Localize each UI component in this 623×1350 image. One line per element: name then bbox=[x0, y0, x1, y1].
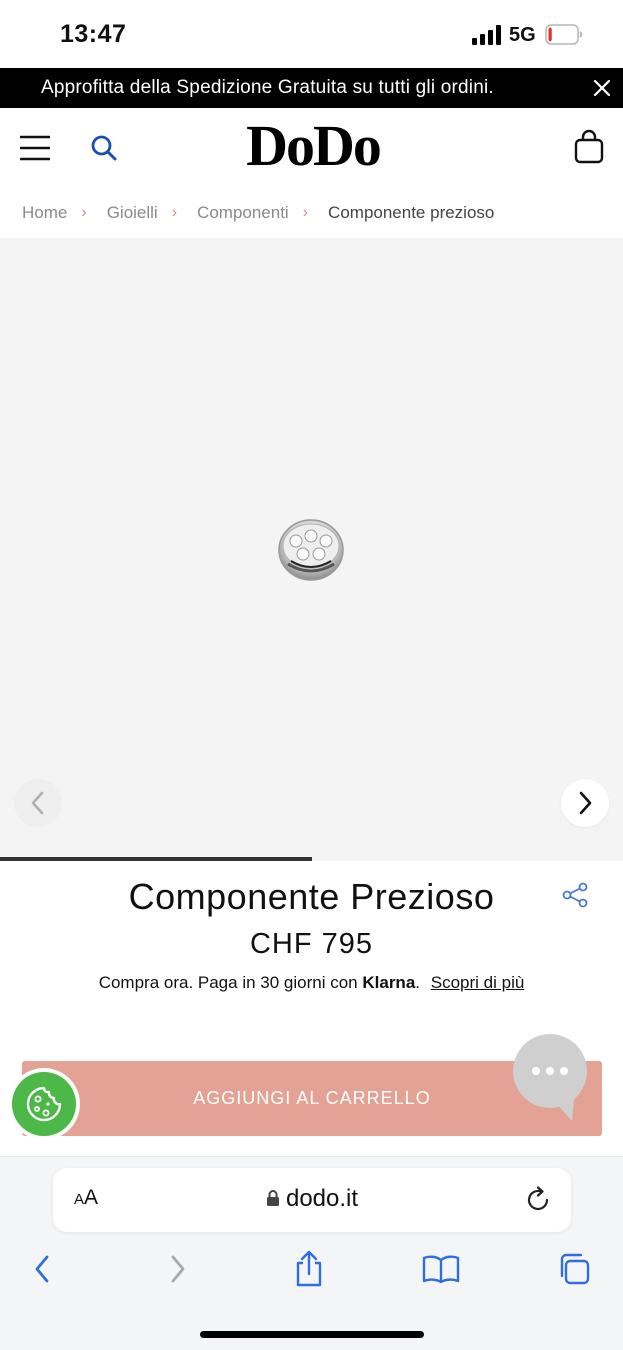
promo-banner: Approfitta della Spedizione Gratuita su … bbox=[0, 68, 623, 108]
reload-icon[interactable] bbox=[526, 1186, 552, 1214]
cookie-button-inner bbox=[12, 1072, 76, 1136]
cookie-settings-button[interactable] bbox=[8, 1068, 80, 1140]
chevron-right-icon: › bbox=[302, 204, 309, 221]
status-time: 13:47 bbox=[60, 20, 127, 48]
cookie-icon bbox=[26, 1086, 62, 1122]
chevron-right-icon bbox=[579, 791, 592, 815]
close-icon[interactable] bbox=[590, 76, 614, 100]
gallery-prev-button[interactable] bbox=[14, 779, 62, 827]
lock-icon bbox=[266, 1190, 279, 1206]
browser-nav-row bbox=[0, 1247, 623, 1291]
battery-icon bbox=[545, 24, 583, 45]
klarna-suffix: . bbox=[415, 973, 421, 992]
tabs-button[interactable] bbox=[554, 1247, 594, 1291]
klarna-message: Compra ora. Paga in 30 giorni con Klarna… bbox=[0, 973, 623, 993]
site-header: DoDo bbox=[0, 108, 623, 188]
status-bar: 13:47 5G bbox=[0, 0, 623, 68]
breadcrumb: Home › Gioielli › Componenti › Component… bbox=[22, 200, 494, 226]
promo-text: Approfitta della Spedizione Gratuita su … bbox=[41, 77, 494, 98]
tabs-icon bbox=[560, 1253, 590, 1285]
book-icon bbox=[422, 1255, 460, 1284]
gallery-next-button[interactable] bbox=[561, 779, 609, 827]
url-text: dodo.it bbox=[285, 1185, 359, 1212]
klarna-learn-more-link[interactable]: Scopri di più bbox=[431, 973, 525, 992]
klarna-prefix: Compra ora. Paga in 30 giorni con bbox=[98, 973, 358, 992]
share-sheet-icon bbox=[296, 1250, 322, 1287]
product-gallery[interactable] bbox=[0, 238, 623, 861]
breadcrumb-current: Componente prezioso bbox=[328, 203, 495, 222]
product-image[interactable] bbox=[276, 516, 346, 584]
url-display[interactable]: dodo.it bbox=[53, 1185, 571, 1213]
bookmarks-button[interactable] bbox=[421, 1247, 461, 1291]
search-icon[interactable] bbox=[90, 134, 118, 162]
chevron-right-icon: › bbox=[171, 204, 178, 221]
chevron-right-icon: › bbox=[81, 204, 87, 221]
klarna-brand: Klarna bbox=[362, 973, 416, 992]
chevron-right-icon bbox=[171, 1255, 185, 1283]
chevron-left-icon bbox=[35, 1255, 49, 1283]
gallery-progress bbox=[0, 857, 623, 861]
breadcrumb-componenti[interactable]: Componenti bbox=[197, 203, 289, 223]
address-bar[interactable]: AA dodo.it bbox=[53, 1168, 571, 1232]
chat-bubble-icon[interactable] bbox=[512, 1033, 592, 1123]
product-title: Componente Prezioso bbox=[128, 876, 495, 917]
gallery-progress-fill bbox=[0, 857, 312, 861]
share-icon[interactable] bbox=[561, 881, 589, 909]
network-label: 5G bbox=[509, 24, 536, 46]
hamburger-menu-icon[interactable] bbox=[20, 135, 50, 161]
dodo-logo[interactable]: DoDo bbox=[233, 114, 393, 178]
shopping-bag-icon[interactable] bbox=[573, 129, 605, 165]
share-button[interactable] bbox=[289, 1247, 329, 1291]
home-indicator bbox=[200, 1331, 424, 1338]
breadcrumb-gioielli[interactable]: Gioielli bbox=[107, 203, 158, 223]
browser-toolbar: AA dodo.it bbox=[0, 1156, 623, 1350]
product-price: CHF 795 bbox=[249, 928, 374, 960]
forward-button[interactable] bbox=[158, 1247, 198, 1291]
back-button[interactable] bbox=[22, 1247, 62, 1291]
breadcrumb-home[interactable]: Home bbox=[22, 203, 67, 223]
chevron-left-icon bbox=[31, 791, 44, 815]
signal-icon bbox=[472, 25, 501, 45]
